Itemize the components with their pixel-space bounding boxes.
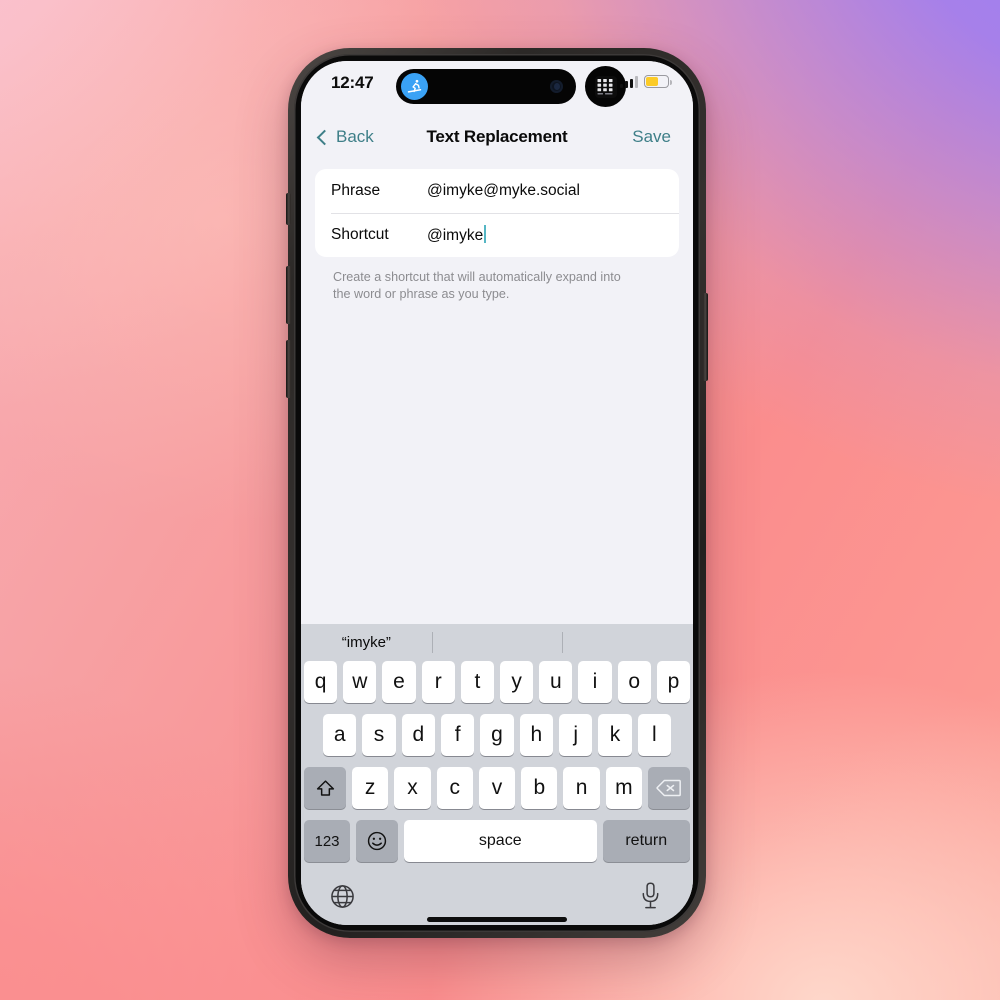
key-i[interactable]: i [578,661,612,703]
prediction-divider-2 [562,632,564,653]
microphone-dictation-icon[interactable] [638,881,663,916]
keyboard-row-1: q w e r t y u i o p [303,661,691,703]
key-f[interactable]: f [441,714,475,756]
return-key[interactable]: return [602,820,690,862]
numbers-key[interactable]: 123 [304,820,350,862]
shift-arrow-icon[interactable] [304,767,347,809]
keyboard-rows: q w e r t y u i o p a s d f g h j k l z … [301,661,693,862]
phrase-label: Phrase [331,182,381,199]
settings-content: Phrase @imyke@myke.social Shortcut @imyk… [301,161,693,461]
key-d[interactable]: d [401,714,435,756]
predictive-text-bar: “imyke” [301,624,693,661]
prediction-slot-1[interactable]: “imyke” [301,634,432,651]
key-v[interactable]: v [478,767,516,809]
equalizer-icon [594,75,617,98]
back-button-label: Back [336,127,374,146]
key-x[interactable]: x [394,767,431,809]
globe-language-icon[interactable] [329,883,356,915]
backspace-delete-icon[interactable] [647,767,690,809]
key-c[interactable]: c [436,767,473,809]
key-g[interactable]: g [480,714,514,756]
software-keyboard: “imyke” q w e r t y u i o p a s d f g h … [301,624,693,925]
chevron-left-icon [316,129,333,145]
shortcut-row[interactable]: Shortcut @imyke [315,213,679,257]
key-w[interactable]: w [343,661,377,703]
key-u[interactable]: u [539,661,573,703]
key-h[interactable]: h [519,714,553,756]
phone-screen: 12:47 Back Text Replacement Save Phrase … [301,61,693,925]
battery-low-power-icon [644,75,672,88]
key-n[interactable]: n [563,767,600,809]
volume-up-button[interactable] [286,266,291,324]
key-y[interactable]: y [500,661,534,703]
phrase-row[interactable]: Phrase @imyke@myke.social [315,169,679,213]
save-button[interactable]: Save [632,127,671,147]
shortcut-input[interactable]: @imyke [427,225,486,245]
key-j[interactable]: j [558,714,593,756]
keyboard-row-3: z x c v b n m [304,767,690,809]
home-indicator[interactable] [427,917,567,922]
status-bar: 12:47 [301,61,693,113]
back-button[interactable]: Back [316,127,374,147]
iphone-device: 12:47 Back Text Replacement Save Phrase … [286,48,708,938]
text-cursor [484,225,486,243]
dynamic-island[interactable] [396,69,576,104]
key-q[interactable]: q [303,661,338,703]
signal-bars-icon [620,75,638,88]
key-o[interactable]: o [617,661,651,703]
keyboard-row-4: 123 space return [304,820,690,862]
phrase-input[interactable]: @imyke@myke.social [427,182,580,200]
key-e[interactable]: e [382,661,416,703]
skiing-activity-icon[interactable] [401,73,428,100]
key-r[interactable]: r [421,661,455,703]
key-z[interactable]: z [352,767,389,809]
status-clock: 12:47 [331,73,374,92]
key-s[interactable]: s [362,714,396,756]
status-indicators [620,75,672,88]
text-replacement-form: Phrase @imyke@myke.social Shortcut @imyk… [315,169,679,257]
front-camera-icon [550,80,563,93]
prediction-divider-1 [431,632,433,653]
emoji-smiley-icon[interactable] [356,820,398,862]
key-a[interactable]: a [323,714,357,756]
key-b[interactable]: b [521,767,558,809]
key-p[interactable]: p [656,661,691,703]
power-button[interactable] [703,293,708,381]
shortcut-input-value: @imyke [427,227,484,244]
space-key[interactable]: space [404,820,597,862]
action-button[interactable] [286,193,291,225]
volume-down-button[interactable] [286,340,291,398]
keyboard-row-2: a s d f g h j k l [304,714,690,756]
key-l[interactable]: l [637,714,671,756]
navigation-bar: Back Text Replacement Save [301,113,693,161]
key-k[interactable]: k [598,714,632,756]
shortcut-label: Shortcut [331,226,389,243]
key-t[interactable]: t [460,661,494,703]
form-footnote: Create a shortcut that will automaticall… [333,270,621,302]
keyboard-bottom-bar [301,873,693,925]
key-m[interactable]: m [605,767,642,809]
